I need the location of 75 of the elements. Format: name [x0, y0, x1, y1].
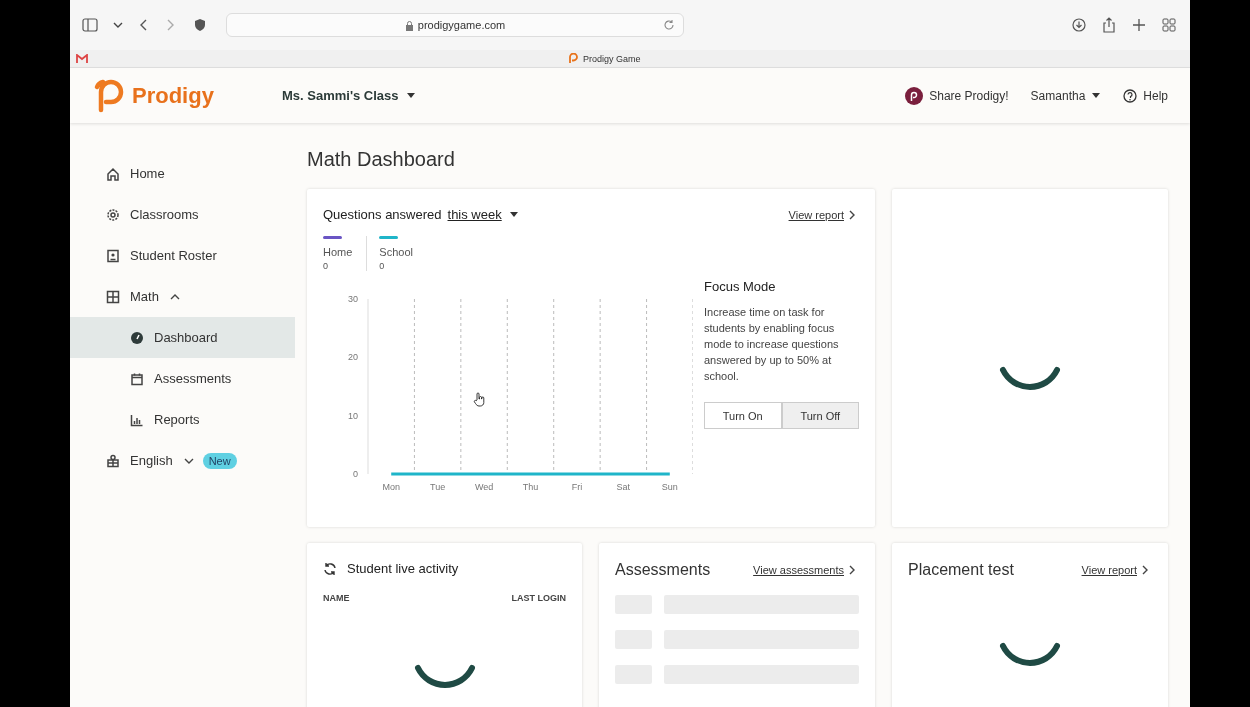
column-header: LAST LOGIN	[511, 593, 566, 603]
legend-label: Home	[323, 246, 353, 258]
gift-icon	[106, 453, 120, 468]
y-tick-label: 30	[348, 294, 358, 304]
help-icon	[1123, 88, 1138, 103]
url-text: prodigygame.com	[417, 19, 506, 31]
calendar-icon	[130, 371, 144, 386]
user-menu[interactable]: Samantha	[1030, 88, 1102, 103]
spinner-icon	[998, 365, 1062, 391]
address-bar[interactable]: prodigygame.com	[226, 13, 684, 37]
tab-title: Prodigy Game	[583, 53, 641, 64]
y-tick-label: 20	[348, 352, 358, 363]
x-tick-label: Sat	[616, 482, 631, 492]
legend-value: 0	[379, 261, 386, 271]
tabs-overview-icon	[1162, 18, 1176, 32]
nav-item[interactable]: Student Roster	[70, 235, 295, 276]
x-tick-label: Tue	[430, 482, 446, 492]
legend-label: School	[379, 246, 413, 258]
nav-item[interactable]: Math	[70, 276, 295, 317]
spinner-icon	[998, 641, 1062, 667]
hand-cursor-icon	[473, 392, 485, 407]
x-tick-label: Sun	[661, 482, 678, 492]
x-tick-label: Wed	[474, 482, 494, 492]
browser-tab[interactable]: Prodigy Game	[568, 53, 641, 64]
mail-icon	[76, 53, 88, 64]
legend-value: 0	[323, 261, 329, 271]
page-title: Math Dashboard	[307, 148, 456, 171]
prodigy-badge-icon	[905, 86, 924, 105]
caret-icon	[405, 92, 416, 99]
y-tick-label: 10	[348, 410, 358, 421]
view-link[interactable]: View report	[1081, 564, 1152, 576]
bar-chart-icon	[130, 412, 144, 427]
grid-icon	[106, 289, 120, 304]
home-icon	[106, 166, 120, 181]
caret-icon	[1091, 92, 1102, 99]
period-dropdown[interactable]: this week	[447, 207, 519, 222]
nav-item[interactable]: Dashboard	[70, 317, 295, 358]
caret-icon	[508, 211, 519, 218]
focus-toggle-button[interactable]: Turn Off	[781, 402, 859, 429]
card-title: Questions answered	[323, 207, 442, 222]
gear-icon	[106, 207, 120, 222]
card-title: Student live activity	[347, 561, 459, 576]
share-button[interactable]: Share Prodigy!	[905, 86, 1009, 105]
focus-toggle-button[interactable]: Turn On	[704, 402, 782, 429]
shield-icon	[194, 18, 206, 32]
y-tick-label: 0	[353, 469, 358, 479]
x-tick-label: Fri	[571, 482, 583, 492]
card-title: Assessments	[615, 561, 711, 579]
view-link[interactable]: View assessments	[753, 564, 859, 576]
download-icon	[1072, 18, 1086, 32]
nav-item[interactable]: Reports	[70, 399, 295, 440]
sidebar-icon	[82, 18, 98, 32]
nav-item[interactable]: Assessments	[70, 358, 295, 399]
nav-item[interactable]: Home	[70, 153, 295, 194]
lock-icon	[404, 19, 414, 31]
spinner-icon	[412, 663, 477, 689]
contact-card-icon	[106, 248, 120, 263]
x-tick-label: Thu	[522, 482, 539, 492]
share-icon	[1102, 17, 1116, 33]
refresh-icon	[323, 561, 337, 576]
card-title: Placement test	[908, 561, 1014, 579]
gauge-icon	[130, 330, 144, 345]
column-header: NAME	[323, 593, 350, 603]
nav-item[interactable]: English New	[70, 440, 295, 481]
reload-icon	[663, 19, 675, 31]
x-tick-label: Mon	[382, 482, 400, 492]
help-button[interactable]: Help	[1123, 88, 1168, 103]
plus-icon	[1132, 18, 1146, 32]
view-link[interactable]: View report	[788, 208, 859, 221]
focus-title: Focus Mode	[704, 279, 777, 294]
prodigy-logo-icon	[568, 53, 578, 64]
nav-item[interactable]: Classrooms	[70, 194, 295, 235]
new-badge: New	[202, 452, 237, 469]
focus-description: Increase time on task for students by enabling focus mode to increase questions answered by up to 50% at school.	[704, 305, 840, 384]
class-selector[interactable]: Ms. Sammi's Class	[282, 88, 416, 103]
